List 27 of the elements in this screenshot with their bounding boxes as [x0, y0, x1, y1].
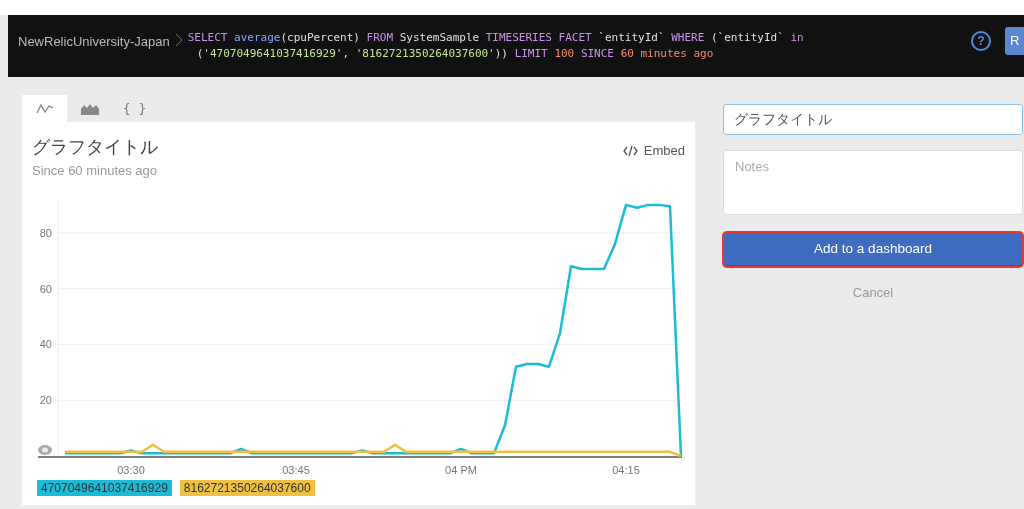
x-axis-label: 03:30 — [117, 464, 145, 476]
query-editor[interactable]: SELECT average(cpuPercent) FROM SystemSample TIMESERIES FACET `entityId` WHERE (`entityId` in ('4707049641037416929', '8162721350264037600')) LIMIT 100 SINCE 60 minutes ago — [187, 30, 888, 62]
legend-item[interactable]: 8162721350264037600 — [179, 480, 315, 496]
y-axis-label: 40 — [39, 338, 52, 351]
embed-button[interactable]: Embed — [622, 141, 685, 161]
run-button[interactable]: R — [1005, 27, 1024, 55]
chart-subtitle: Since 60 minutes ago — [31, 161, 159, 180]
notes-field[interactable]: Notes — [723, 150, 1023, 215]
chart-title: グラフタイトル — [32, 136, 158, 159]
x-axis-label: 04:15 — [612, 464, 640, 476]
x-axis-label: 04 PM — [445, 464, 477, 476]
y-axis-label: 80 — [39, 226, 52, 239]
code-icon — [622, 144, 638, 157]
x-axis-label: 03:45 — [282, 464, 310, 476]
brush-handle-icon — [38, 445, 52, 455]
y-axis-label: 20 — [39, 394, 52, 407]
title-input[interactable]: グラフタイトル — [723, 104, 1023, 135]
add-to-dashboard-button[interactable]: Add to a dashboard — [723, 232, 1023, 267]
area-chart-icon — [80, 102, 99, 115]
line-chart-icon — [35, 102, 54, 115]
help-button[interactable]: ? — [971, 31, 991, 51]
account-breadcrumb[interactable]: NewRelicUniversity-Japan — [18, 32, 170, 52]
chevron-right-icon — [174, 33, 183, 47]
legend-item[interactable]: 4707049641037416929 — [37, 480, 172, 496]
chart-type-tab[interactable]: { } — [112, 95, 157, 122]
y-axis-label: 60 — [39, 282, 52, 295]
chart-type-tab[interactable] — [22, 95, 67, 122]
